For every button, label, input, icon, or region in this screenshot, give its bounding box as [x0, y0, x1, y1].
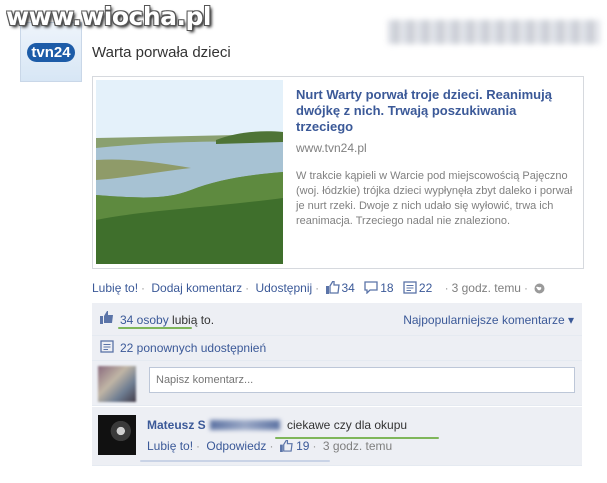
- share-icon: [403, 281, 417, 297]
- like-link[interactable]: Lubię to!: [92, 281, 138, 295]
- share-link[interactable]: Udostępnij: [255, 281, 312, 295]
- highlight-underline: [140, 460, 330, 462]
- likes-summary-row: 34 osoby lubią to. Najpopularniejsze kom…: [92, 303, 582, 336]
- thumbs-up-icon: [100, 311, 114, 329]
- blurred-surname: [209, 420, 280, 430]
- shared-link-card[interactable]: Nurt Warty porwał troje dzieci. Reanimuj…: [92, 76, 584, 269]
- comment-composer: [92, 361, 582, 406]
- globe-icon: [534, 283, 545, 297]
- thumbs-up-icon: [279, 439, 296, 453]
- shared-link-domain: www.tvn24.pl: [296, 141, 367, 155]
- comment-bubble-icon: [364, 281, 378, 297]
- comment-reply-link[interactable]: Odpowiedz: [206, 439, 266, 453]
- likes-suffix: lubią to.: [168, 313, 215, 327]
- comment-author-link[interactable]: Mateusz S: [147, 418, 280, 432]
- page-avatar[interactable]: tvn24: [20, 22, 82, 82]
- likes-count[interactable]: 34: [342, 281, 355, 295]
- comment-timestamp[interactable]: 3 godz. temu: [323, 439, 392, 453]
- comment-likes-count[interactable]: 19: [296, 439, 309, 453]
- blurred-header-name: [388, 20, 600, 44]
- feedback-box: 34 osoby lubią to. Najpopularniejsze kom…: [92, 300, 582, 468]
- shared-link-headline[interactable]: Nurt Warty porwał troje dzieci. Reanimuj…: [296, 87, 566, 135]
- shared-link-description: W trakcie kąpieli w Warcie pod miejscowo…: [296, 170, 573, 227]
- comments-count[interactable]: 18: [380, 281, 393, 295]
- comment-text: ciekawe czy dla okupu: [287, 418, 408, 432]
- comment-author-avatar[interactable]: [98, 415, 136, 455]
- likers-link[interactable]: 34 osoby: [120, 313, 169, 327]
- comment-like-link[interactable]: Lubię to!: [147, 439, 193, 453]
- add-comment-link[interactable]: Dodaj komentarz: [151, 281, 242, 295]
- river-photo[interactable]: [96, 80, 283, 264]
- highlight-underline: [118, 327, 192, 329]
- highlight-underline: [275, 437, 439, 439]
- post-text: Warta porwała dzieci: [92, 44, 231, 61]
- thumbs-up-icon: [325, 280, 340, 297]
- comment-input[interactable]: [149, 367, 575, 393]
- watermark: www.wiocha.pl: [6, 2, 211, 31]
- comment-actions: Lubię to! · Odpowiedz · 19 · 3 godz. temu: [147, 439, 393, 453]
- share-icon: [100, 340, 114, 358]
- current-user-avatar: [98, 366, 136, 402]
- post-timestamp[interactable]: 3 godz. temu: [452, 281, 521, 295]
- comment-author-name: Mateusz S: [147, 418, 206, 432]
- shares-count[interactable]: 22: [419, 281, 432, 295]
- likes-summary: 34 osoby lubią to.: [120, 313, 214, 327]
- reshares-link[interactable]: 22 ponownych udostępnień: [120, 341, 266, 355]
- post-action-bar: Lubię to! · Dodaj komentarz · Udostępnij · …: [92, 280, 545, 297]
- tvn24-logo: tvn24: [27, 42, 75, 62]
- reshares-row: 22 ponownych udostępnień: [92, 336, 582, 361]
- comment-sort-dropdown[interactable]: Najpopularniejsze komentarze ▾: [403, 313, 574, 327]
